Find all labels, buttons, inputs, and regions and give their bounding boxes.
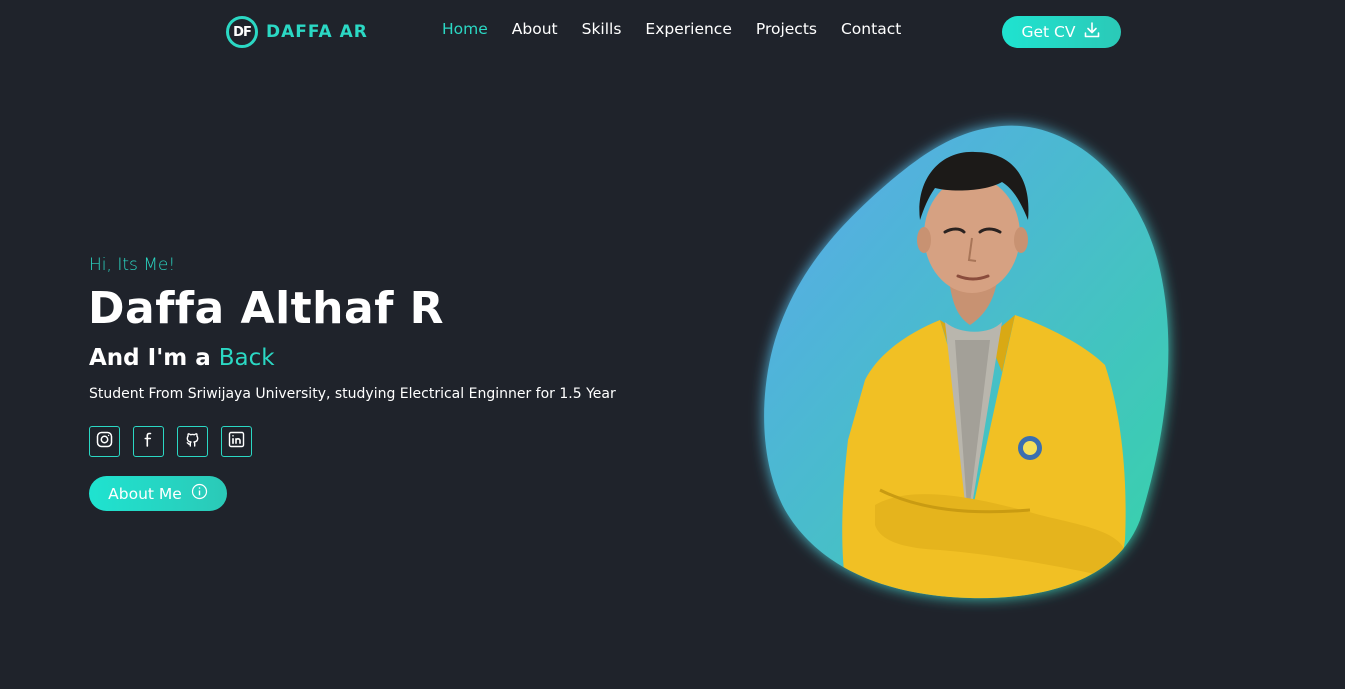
instagram-link[interactable] — [89, 426, 120, 457]
profile-photo — [764, 125, 1169, 599]
linkedin-icon — [228, 431, 245, 452]
nav-skills[interactable]: Skills — [582, 20, 622, 38]
facebook-icon — [140, 431, 157, 452]
instagram-icon — [96, 431, 113, 452]
info-icon — [191, 483, 208, 504]
get-cv-label: Get CV — [1021, 23, 1076, 41]
hero-greeting: Hi, Its Me! — [89, 255, 176, 275]
hero-visual — [740, 110, 1200, 620]
facebook-link[interactable] — [133, 426, 164, 457]
linkedin-link[interactable] — [221, 426, 252, 457]
navbar: DF DAFFA AR Home About Skills Experience… — [0, 0, 1345, 62]
hero-name: Daffa Althaf R — [88, 283, 445, 334]
get-cv-button[interactable]: Get CV — [1002, 16, 1121, 48]
brand-name: DAFFA AR — [266, 22, 368, 42]
social-links — [89, 426, 252, 457]
about-me-button[interactable]: About Me — [89, 476, 227, 511]
brand[interactable]: DF DAFFA AR — [226, 16, 368, 48]
nav-home[interactable]: Home — [442, 20, 488, 38]
github-icon — [184, 431, 201, 452]
nav-menu: Home About Skills Experience Projects Co… — [442, 20, 925, 38]
nav-experience[interactable]: Experience — [645, 20, 731, 38]
hero-role: And I'm a Back — [89, 345, 275, 371]
nav-contact[interactable]: Contact — [841, 20, 901, 38]
nav-projects[interactable]: Projects — [756, 20, 817, 38]
about-me-label: About Me — [108, 484, 182, 503]
role-prefix: And I'm a — [89, 345, 211, 371]
brand-logo: DF — [226, 16, 258, 48]
nav-about[interactable]: About — [512, 20, 558, 38]
role-typed-text: Back — [218, 345, 275, 371]
download-icon — [1083, 21, 1101, 43]
hero-description: Student From Sriwijaya University, study… — [89, 386, 616, 402]
github-link[interactable] — [177, 426, 208, 457]
